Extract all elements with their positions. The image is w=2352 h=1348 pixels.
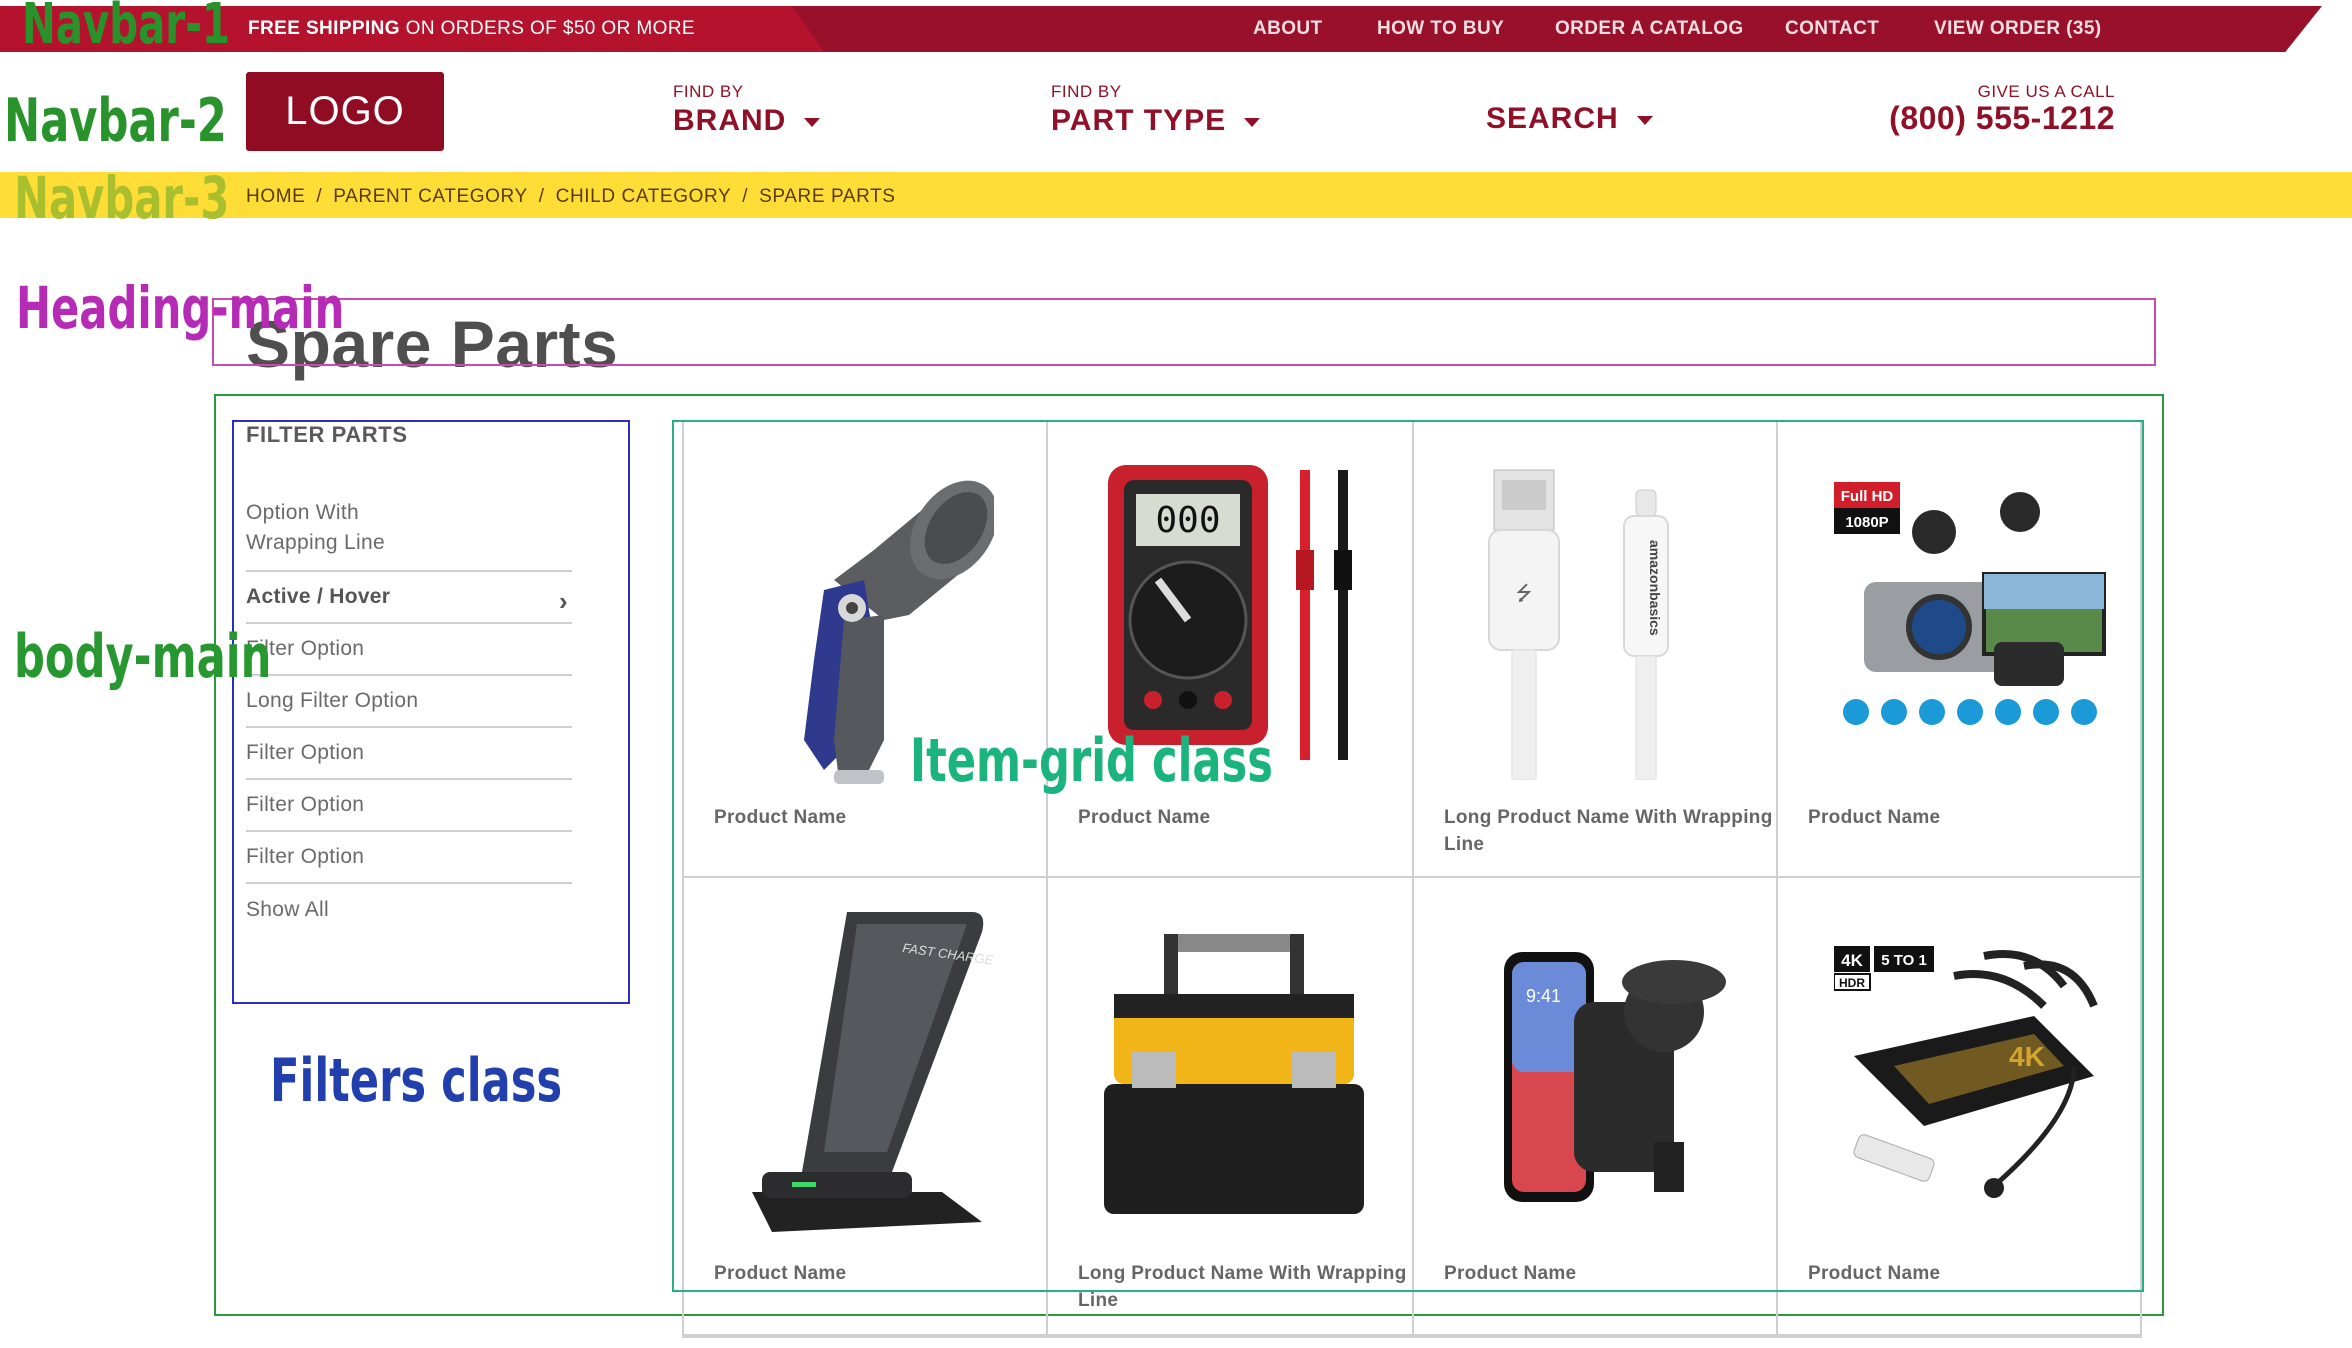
- filter-list: Option With Wrapping Line Active / Hover…: [246, 498, 572, 936]
- filter-option[interactable]: Filter Option: [246, 728, 572, 780]
- breadcrumb-separator: /: [316, 186, 323, 207]
- promo-bold: FREE SHIPPING: [248, 18, 400, 39]
- logo[interactable]: LOGO: [246, 72, 444, 151]
- caret-down-icon: [1636, 116, 1653, 126]
- part-type-label: PART TYPE: [1051, 104, 1227, 137]
- filter-option-wrapping[interactable]: Option With Wrapping Line: [246, 498, 572, 572]
- breadcrumb-home[interactable]: HOME: [246, 186, 305, 207]
- filter-show-all[interactable]: Show All: [246, 884, 572, 936]
- find-by-brand-dropdown[interactable]: FIND BY BRAND: [673, 82, 821, 138]
- annotation-navbar-3: Navbar-3: [14, 164, 230, 232]
- filter-option-active[interactable]: Active / Hover ›: [246, 572, 572, 624]
- link-how-to-buy[interactable]: HOW TO BUY: [1377, 18, 1504, 40]
- promo-rest: ON ORDERS OF $50 OR MORE: [405, 18, 696, 39]
- call-us[interactable]: GIVE US A CALL (800) 555-1212: [1889, 82, 2115, 137]
- breadcrumb: HOME / PARENT CATEGORY / CHILD CATEGORY / SPAR…: [246, 186, 896, 208]
- filter-option[interactable]: Filter Option: [246, 780, 572, 832]
- filter-option[interactable]: Filter Option: [246, 832, 572, 884]
- annotation-navbar-1: Navbar-1: [22, 0, 230, 57]
- heading-main-outline: [212, 298, 2156, 366]
- caret-down-icon: [1244, 118, 1261, 128]
- annotation-body-main: body-main: [14, 622, 272, 692]
- call-label: GIVE US A CALL: [1977, 82, 2115, 101]
- breadcrumb-child[interactable]: CHILD CATEGORY: [556, 186, 732, 207]
- find-by-part-type-dropdown[interactable]: FIND BY PART TYPE: [1051, 82, 1261, 138]
- filter-label: Filter Option: [246, 793, 365, 816]
- link-view-order[interactable]: VIEW ORDER (35): [1934, 18, 2102, 40]
- annotation-navbar-2: Navbar-2: [4, 86, 227, 156]
- caret-down-icon: [804, 118, 821, 128]
- find-by-label: FIND BY: [1051, 82, 1122, 101]
- breadcrumb-parent[interactable]: PARENT CATEGORY: [333, 186, 527, 207]
- filter-option-long[interactable]: Long Filter Option: [246, 676, 572, 728]
- filter-label: Option With Wrapping Line: [246, 501, 385, 554]
- find-by-label: FIND BY: [673, 82, 744, 101]
- filter-label: Show All: [246, 898, 329, 921]
- annotation-filters: Filters class: [270, 1046, 563, 1116]
- search-label: SEARCH: [1486, 102, 1619, 135]
- annotation-item-grid: Item-grid class: [910, 726, 1273, 796]
- brand-label: BRAND: [673, 104, 787, 137]
- filter-option[interactable]: Filter Option: [246, 624, 572, 676]
- item-grid-outline: [672, 420, 2144, 1292]
- phone-number[interactable]: (800) 555-1212: [1889, 100, 2115, 137]
- breadcrumb-separator: /: [742, 186, 749, 207]
- filter-label: Filter Option: [246, 741, 365, 764]
- filter-label: Active / Hover: [246, 585, 391, 608]
- breadcrumb-separator: /: [538, 186, 545, 207]
- search-dropdown[interactable]: SEARCH: [1486, 100, 1653, 136]
- breadcrumb-current: SPARE PARTS: [759, 186, 896, 207]
- link-order-catalog[interactable]: ORDER A CATALOG: [1555, 18, 1744, 40]
- link-contact[interactable]: CONTACT: [1785, 18, 1879, 40]
- filter-label: Filter Option: [246, 845, 365, 868]
- filter-label: Long Filter Option: [246, 689, 419, 712]
- chevron-right-icon: ›: [559, 586, 568, 616]
- grid-row-divider: [682, 1336, 2142, 1338]
- annotation-heading-main: Heading-main: [16, 274, 345, 342]
- filter-heading: FILTER PARTS: [246, 422, 408, 447]
- free-shipping-promo: FREE SHIPPING ON ORDERS OF $50 OR MORE: [248, 18, 695, 40]
- link-about[interactable]: ABOUT: [1253, 18, 1323, 40]
